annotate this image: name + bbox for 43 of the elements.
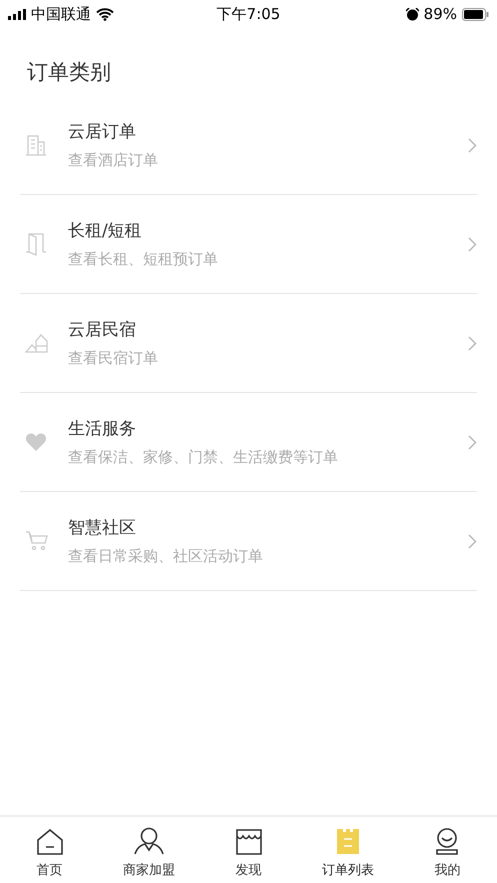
profile-icon [434,828,460,855]
category-row[interactable]: 云居订单 查看酒店订单 [20,96,477,195]
page-title: 订单类别 [26,59,112,86]
home-icon [36,829,64,855]
category-row[interactable]: 云居民宿 查看民宿订单 [20,294,477,393]
category-row[interactable]: 智慧社区 查看日常采购、社区活动订单 [20,492,477,591]
chevron-right-icon[interactable] [468,336,477,350]
clock-time: 下午7:05 [216,4,280,24]
person-icon [134,827,164,855]
category-title: 云居订单 [68,121,137,143]
category-title: 云居民宿 [68,319,137,341]
chevron-right-icon[interactable] [468,236,477,252]
tab-item[interactable]: 我的 [398,817,497,883]
category-row[interactable]: 生活服务 查看保洁、家修、门禁、生活缴费等订单 [20,393,477,492]
wifi-icon [96,8,114,20]
category-description: 查看日常采购、社区活动订单 [68,547,264,566]
shop-icon [234,828,263,855]
chevron-right-icon[interactable] [468,138,477,152]
category-description: 查看酒店订单 [68,151,159,170]
chevron-right-icon[interactable] [468,534,477,548]
category-description: 查看保洁、家修、门禁、生活缴费等订单 [68,448,339,467]
tab-item[interactable]: 订单列表 [298,817,398,883]
tab-item[interactable]: 首页 [0,817,100,883]
category-description: 查看民宿订单 [68,349,159,368]
signal-icon [8,8,26,20]
battery-percent: 89% [424,5,457,23]
cart-icon [25,530,49,552]
house-icon [25,332,49,354]
carrier-name: 中国联通 [31,4,91,24]
document-icon [336,828,360,855]
chevron-right-icon[interactable] [468,434,477,450]
tab-item[interactable]: 发现 [198,817,298,883]
door-icon [25,232,47,256]
category-row[interactable]: 长租/短租 查看长租、短租预订单 [20,195,477,294]
category-title: 智慧社区 [68,517,137,539]
battery-icon [462,8,489,20]
heart-icon [25,432,47,452]
alarm-icon [406,8,419,20]
category-title: 长租/短租 [68,220,143,242]
category-description: 查看长租、短租预订单 [68,250,219,269]
category-title: 生活服务 [68,418,137,440]
building-icon [25,134,47,156]
tab-item[interactable]: 商家加盟 [99,817,199,883]
